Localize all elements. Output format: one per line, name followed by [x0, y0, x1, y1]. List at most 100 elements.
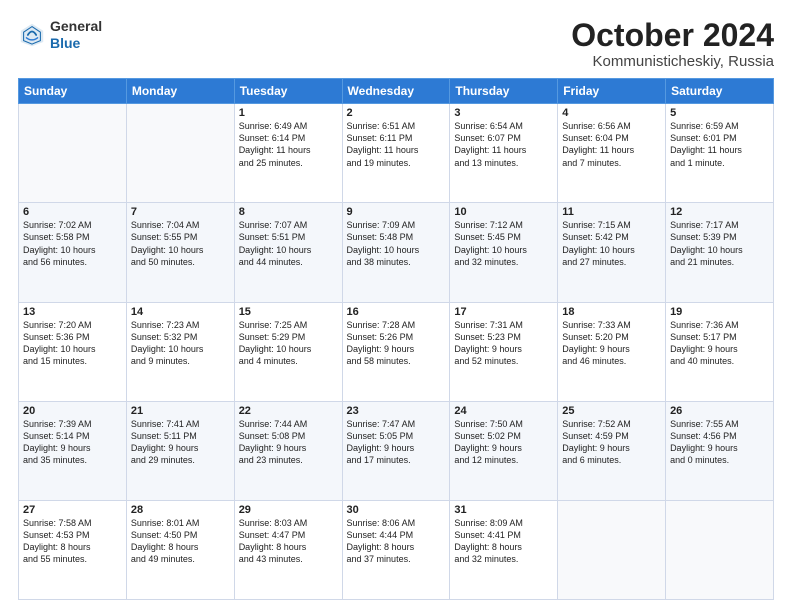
calendar-cell	[558, 500, 666, 599]
calendar-cell: 3Sunrise: 6:54 AM Sunset: 6:07 PM Daylig…	[450, 104, 558, 203]
day-number: 17	[454, 306, 553, 318]
cell-content: Sunrise: 7:52 AM Sunset: 4:59 PM Dayligh…	[562, 418, 661, 467]
cell-content: Sunrise: 7:09 AM Sunset: 5:48 PM Dayligh…	[347, 219, 446, 268]
weekday-header: Saturday	[666, 79, 774, 104]
day-number: 7	[131, 206, 230, 218]
calendar-cell	[666, 500, 774, 599]
cell-content: Sunrise: 8:09 AM Sunset: 4:41 PM Dayligh…	[454, 517, 553, 566]
day-number: 28	[131, 504, 230, 516]
calendar-cell: 15Sunrise: 7:25 AM Sunset: 5:29 PM Dayli…	[234, 302, 342, 401]
calendar-cell: 2Sunrise: 6:51 AM Sunset: 6:11 PM Daylig…	[342, 104, 450, 203]
calendar-cell: 23Sunrise: 7:47 AM Sunset: 5:05 PM Dayli…	[342, 401, 450, 500]
calendar-cell: 31Sunrise: 8:09 AM Sunset: 4:41 PM Dayli…	[450, 500, 558, 599]
day-number: 25	[562, 405, 661, 417]
calendar-cell: 20Sunrise: 7:39 AM Sunset: 5:14 PM Dayli…	[19, 401, 127, 500]
day-number: 30	[347, 504, 446, 516]
calendar-cell: 11Sunrise: 7:15 AM Sunset: 5:42 PM Dayli…	[558, 203, 666, 302]
day-number: 16	[347, 306, 446, 318]
day-number: 5	[670, 107, 769, 119]
cell-content: Sunrise: 7:12 AM Sunset: 5:45 PM Dayligh…	[454, 219, 553, 268]
calendar-cell: 18Sunrise: 7:33 AM Sunset: 5:20 PM Dayli…	[558, 302, 666, 401]
logo: General Blue	[18, 18, 102, 52]
cell-content: Sunrise: 8:01 AM Sunset: 4:50 PM Dayligh…	[131, 517, 230, 566]
cell-content: Sunrise: 7:17 AM Sunset: 5:39 PM Dayligh…	[670, 219, 769, 268]
logo-text: General Blue	[50, 18, 102, 52]
cell-content: Sunrise: 7:15 AM Sunset: 5:42 PM Dayligh…	[562, 219, 661, 268]
day-number: 6	[23, 206, 122, 218]
day-number: 24	[454, 405, 553, 417]
cell-content: Sunrise: 6:59 AM Sunset: 6:01 PM Dayligh…	[670, 120, 769, 169]
calendar-cell	[19, 104, 127, 203]
day-number: 3	[454, 107, 553, 119]
day-number: 27	[23, 504, 122, 516]
month-title: October 2024	[571, 18, 774, 53]
day-number: 1	[239, 107, 338, 119]
title-block: October 2024 Kommunisticheskiy, Russia	[571, 18, 774, 70]
cell-content: Sunrise: 8:03 AM Sunset: 4:47 PM Dayligh…	[239, 517, 338, 566]
weekday-header: Wednesday	[342, 79, 450, 104]
cell-content: Sunrise: 7:44 AM Sunset: 5:08 PM Dayligh…	[239, 418, 338, 467]
calendar-cell: 9Sunrise: 7:09 AM Sunset: 5:48 PM Daylig…	[342, 203, 450, 302]
cell-content: Sunrise: 6:56 AM Sunset: 6:04 PM Dayligh…	[562, 120, 661, 169]
calendar-week: 1Sunrise: 6:49 AM Sunset: 6:14 PM Daylig…	[19, 104, 774, 203]
calendar-week: 13Sunrise: 7:20 AM Sunset: 5:36 PM Dayli…	[19, 302, 774, 401]
day-number: 23	[347, 405, 446, 417]
cell-content: Sunrise: 7:02 AM Sunset: 5:58 PM Dayligh…	[23, 219, 122, 268]
location: Kommunisticheskiy, Russia	[571, 53, 774, 70]
day-number: 9	[347, 206, 446, 218]
calendar-cell: 13Sunrise: 7:20 AM Sunset: 5:36 PM Dayli…	[19, 302, 127, 401]
logo-general: General	[50, 18, 102, 34]
calendar-cell: 16Sunrise: 7:28 AM Sunset: 5:26 PM Dayli…	[342, 302, 450, 401]
day-number: 26	[670, 405, 769, 417]
day-number: 11	[562, 206, 661, 218]
cell-content: Sunrise: 7:28 AM Sunset: 5:26 PM Dayligh…	[347, 319, 446, 368]
calendar-week: 20Sunrise: 7:39 AM Sunset: 5:14 PM Dayli…	[19, 401, 774, 500]
day-number: 4	[562, 107, 661, 119]
cell-content: Sunrise: 7:41 AM Sunset: 5:11 PM Dayligh…	[131, 418, 230, 467]
calendar-cell: 25Sunrise: 7:52 AM Sunset: 4:59 PM Dayli…	[558, 401, 666, 500]
cell-content: Sunrise: 7:04 AM Sunset: 5:55 PM Dayligh…	[131, 219, 230, 268]
calendar-cell: 6Sunrise: 7:02 AM Sunset: 5:58 PM Daylig…	[19, 203, 127, 302]
cell-content: Sunrise: 7:58 AM Sunset: 4:53 PM Dayligh…	[23, 517, 122, 566]
calendar-body: 1Sunrise: 6:49 AM Sunset: 6:14 PM Daylig…	[19, 104, 774, 600]
calendar-cell: 17Sunrise: 7:31 AM Sunset: 5:23 PM Dayli…	[450, 302, 558, 401]
calendar-cell: 30Sunrise: 8:06 AM Sunset: 4:44 PM Dayli…	[342, 500, 450, 599]
calendar-cell: 8Sunrise: 7:07 AM Sunset: 5:51 PM Daylig…	[234, 203, 342, 302]
weekday-row: SundayMondayTuesdayWednesdayThursdayFrid…	[19, 79, 774, 104]
day-number: 22	[239, 405, 338, 417]
calendar-cell: 19Sunrise: 7:36 AM Sunset: 5:17 PM Dayli…	[666, 302, 774, 401]
weekday-header: Sunday	[19, 79, 127, 104]
logo-icon	[18, 21, 46, 49]
calendar-cell: 22Sunrise: 7:44 AM Sunset: 5:08 PM Dayli…	[234, 401, 342, 500]
day-number: 21	[131, 405, 230, 417]
day-number: 19	[670, 306, 769, 318]
cell-content: Sunrise: 6:49 AM Sunset: 6:14 PM Dayligh…	[239, 120, 338, 169]
weekday-header: Friday	[558, 79, 666, 104]
weekday-header: Thursday	[450, 79, 558, 104]
cell-content: Sunrise: 8:06 AM Sunset: 4:44 PM Dayligh…	[347, 517, 446, 566]
calendar-cell: 21Sunrise: 7:41 AM Sunset: 5:11 PM Dayli…	[126, 401, 234, 500]
calendar-week: 27Sunrise: 7:58 AM Sunset: 4:53 PM Dayli…	[19, 500, 774, 599]
cell-content: Sunrise: 7:31 AM Sunset: 5:23 PM Dayligh…	[454, 319, 553, 368]
cell-content: Sunrise: 7:39 AM Sunset: 5:14 PM Dayligh…	[23, 418, 122, 467]
header: General Blue October 2024 Kommunistiches…	[18, 18, 774, 70]
calendar-cell: 10Sunrise: 7:12 AM Sunset: 5:45 PM Dayli…	[450, 203, 558, 302]
day-number: 20	[23, 405, 122, 417]
calendar-cell: 12Sunrise: 7:17 AM Sunset: 5:39 PM Dayli…	[666, 203, 774, 302]
calendar-cell: 1Sunrise: 6:49 AM Sunset: 6:14 PM Daylig…	[234, 104, 342, 203]
calendar-cell: 4Sunrise: 6:56 AM Sunset: 6:04 PM Daylig…	[558, 104, 666, 203]
cell-content: Sunrise: 7:36 AM Sunset: 5:17 PM Dayligh…	[670, 319, 769, 368]
day-number: 31	[454, 504, 553, 516]
cell-content: Sunrise: 7:33 AM Sunset: 5:20 PM Dayligh…	[562, 319, 661, 368]
calendar-cell: 28Sunrise: 8:01 AM Sunset: 4:50 PM Dayli…	[126, 500, 234, 599]
calendar-week: 6Sunrise: 7:02 AM Sunset: 5:58 PM Daylig…	[19, 203, 774, 302]
day-number: 15	[239, 306, 338, 318]
calendar-cell	[126, 104, 234, 203]
logo-blue: Blue	[50, 35, 80, 51]
calendar-cell: 26Sunrise: 7:55 AM Sunset: 4:56 PM Dayli…	[666, 401, 774, 500]
cell-content: Sunrise: 7:20 AM Sunset: 5:36 PM Dayligh…	[23, 319, 122, 368]
day-number: 12	[670, 206, 769, 218]
cell-content: Sunrise: 6:54 AM Sunset: 6:07 PM Dayligh…	[454, 120, 553, 169]
cell-content: Sunrise: 6:51 AM Sunset: 6:11 PM Dayligh…	[347, 120, 446, 169]
cell-content: Sunrise: 7:25 AM Sunset: 5:29 PM Dayligh…	[239, 319, 338, 368]
